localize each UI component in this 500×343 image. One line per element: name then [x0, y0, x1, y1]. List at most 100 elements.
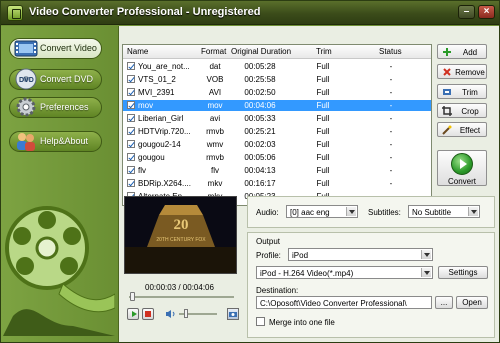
chevron-down-icon	[421, 250, 431, 259]
sidebar-item-preferences[interactable]: Preferences	[9, 97, 102, 118]
convert-button[interactable]: Convert	[437, 150, 487, 186]
remove-button[interactable]: Remove	[437, 64, 487, 79]
merge-checkbox[interactable]	[256, 317, 265, 326]
table-row[interactable]: flv flv 00:04:13 Full -	[123, 165, 431, 176]
cell-status: -	[389, 75, 393, 84]
app-window: Video Converter Professional - Unregiste…	[0, 0, 500, 343]
seek-handle[interactable]	[130, 292, 136, 301]
cell-status: -	[389, 166, 393, 175]
destination-field[interactable]: C:\Oposoft\Video Converter Professional\	[256, 296, 432, 309]
row-checkbox[interactable]	[127, 166, 135, 174]
format-select[interactable]: iPod - H.264 Video(*.mp4)	[256, 266, 433, 279]
settings-button[interactable]: Settings	[438, 266, 488, 279]
remove-icon	[443, 68, 451, 76]
crop-button[interactable]: Crop	[437, 103, 487, 118]
table-row[interactable]: MVI_2391 AVI 00:02:50 Full -	[123, 87, 431, 98]
table-row[interactable]: You_are_not... dat 00:05:28 Full -	[123, 61, 431, 72]
add-icon	[443, 48, 451, 56]
stop-button[interactable]	[142, 308, 154, 320]
row-checkbox[interactable]	[127, 88, 135, 96]
app-icon	[7, 5, 23, 21]
cell-trim: Full	[316, 140, 330, 149]
table-row[interactable]: gougou rmvb 00:05:06 Full -	[123, 152, 431, 163]
table-row[interactable]: HDTVrip.720... rmvb 00:25:21 Full -	[123, 126, 431, 137]
column-header-status[interactable]: Status	[379, 47, 402, 56]
row-checkbox[interactable]	[127, 101, 135, 109]
format-value: iPod - H.264 Video(*.mp4)	[260, 269, 354, 278]
cell-format: AVI	[208, 88, 222, 97]
svg-text:DVD: DVD	[19, 77, 34, 84]
film-reel-decoration	[3, 206, 115, 336]
seek-bar[interactable]	[129, 296, 234, 298]
sidebar-item-help-about[interactable]: Help&About	[9, 131, 102, 152]
minimize-button[interactable]: –	[458, 5, 475, 19]
cell-duration: 00:04:13	[244, 166, 276, 175]
film-icon	[14, 40, 38, 57]
column-header-duration[interactable]: Original Duration	[231, 47, 291, 56]
row-checkbox[interactable]	[127, 179, 135, 187]
row-checkbox[interactable]	[127, 153, 135, 161]
window-title: Video Converter Professional - Unregiste…	[29, 6, 261, 18]
table-row[interactable]: mov mov 00:04:06 Full -	[123, 100, 431, 111]
subtitle-select[interactable]: No Subtitle	[408, 205, 480, 218]
camera-icon	[229, 312, 237, 317]
trim-label: Trim	[462, 88, 478, 97]
file-list-table[interactable]: Name Format Original Duration Trim Statu…	[122, 44, 432, 206]
column-header-format[interactable]: Format	[201, 47, 226, 56]
cell-duration: 00:25:21	[244, 127, 276, 136]
preview-caption: 20TH CENTURY FOX	[156, 237, 206, 243]
add-button[interactable]: Add	[437, 44, 487, 59]
volume-icon[interactable]	[165, 309, 176, 319]
row-checkbox[interactable]	[127, 127, 135, 135]
trim-button[interactable]: Trim	[437, 84, 487, 99]
play-button[interactable]	[127, 308, 139, 320]
table-row[interactable]: BDRip.X264.... mkv 00:16:17 Full -	[123, 178, 431, 189]
column-header-name[interactable]: Name	[127, 47, 148, 56]
effect-button[interactable]: Effect	[437, 122, 487, 137]
cell-format: rmvb	[206, 153, 224, 162]
browse-button[interactable]: ...	[435, 296, 453, 309]
cell-trim: Full	[316, 153, 330, 162]
cell-status: -	[389, 153, 393, 162]
cell-status: -	[389, 127, 393, 136]
close-button[interactable]: ×	[478, 5, 495, 19]
subtitle-value: No Subtitle	[412, 208, 452, 217]
open-folder-button[interactable]: Open	[456, 296, 488, 309]
audio-track-select[interactable]: [0] aac eng	[286, 205, 358, 218]
subtitles-label: Subtitles:	[368, 208, 401, 217]
column-header-trim[interactable]: Trim	[316, 47, 332, 56]
cell-duration: 00:02:50	[244, 88, 276, 97]
snapshot-button[interactable]	[227, 308, 239, 320]
cell-format: mkv	[207, 179, 223, 188]
row-checkbox[interactable]	[127, 114, 135, 122]
table-row[interactable]: VTS_01_2 VOB 00:25:58 Full -	[123, 74, 431, 85]
audio-track-value: [0] aac eng	[290, 208, 330, 217]
row-checkbox[interactable]	[127, 140, 135, 148]
video-preview: 20 20TH CENTURY FOX	[124, 196, 237, 274]
volume-handle[interactable]	[183, 309, 188, 318]
table-row[interactable]: gougou2-14 wmv 00:02:03 Full -	[123, 139, 431, 150]
cell-format: rmvb	[206, 127, 224, 136]
cell-status: -	[389, 101, 393, 110]
dvd-icon: DVD	[15, 68, 37, 90]
crop-icon	[442, 106, 452, 116]
row-checkbox[interactable]	[127, 62, 135, 70]
cell-status: -	[389, 114, 393, 123]
settings-label: Settings	[448, 268, 478, 277]
title-bar[interactable]: Video Converter Professional - Unregiste…	[1, 1, 499, 25]
cell-name: You_are_not...	[138, 62, 190, 71]
table-row[interactable]: Liberian_Girl avi 00:05:33 Full -	[123, 113, 431, 124]
profile-select[interactable]: iPod	[288, 248, 433, 261]
row-checkbox[interactable]	[127, 75, 135, 83]
cell-name: MVI_2391	[138, 88, 175, 97]
cell-status: -	[389, 62, 393, 71]
cell-format: wmv	[206, 140, 224, 149]
cell-name: gougou2-14	[138, 140, 181, 149]
sidebar-item-convert-video[interactable]: Convert Video	[9, 38, 102, 59]
cell-status: -	[389, 179, 393, 188]
sidebar-item-convert-dvd[interactable]: DVD Convert DVD	[9, 68, 102, 90]
cell-format: VOB	[206, 75, 224, 84]
cell-name: VTS_01_2	[138, 75, 176, 84]
cell-format: mov	[207, 101, 223, 110]
effect-label: Effect	[459, 126, 481, 135]
